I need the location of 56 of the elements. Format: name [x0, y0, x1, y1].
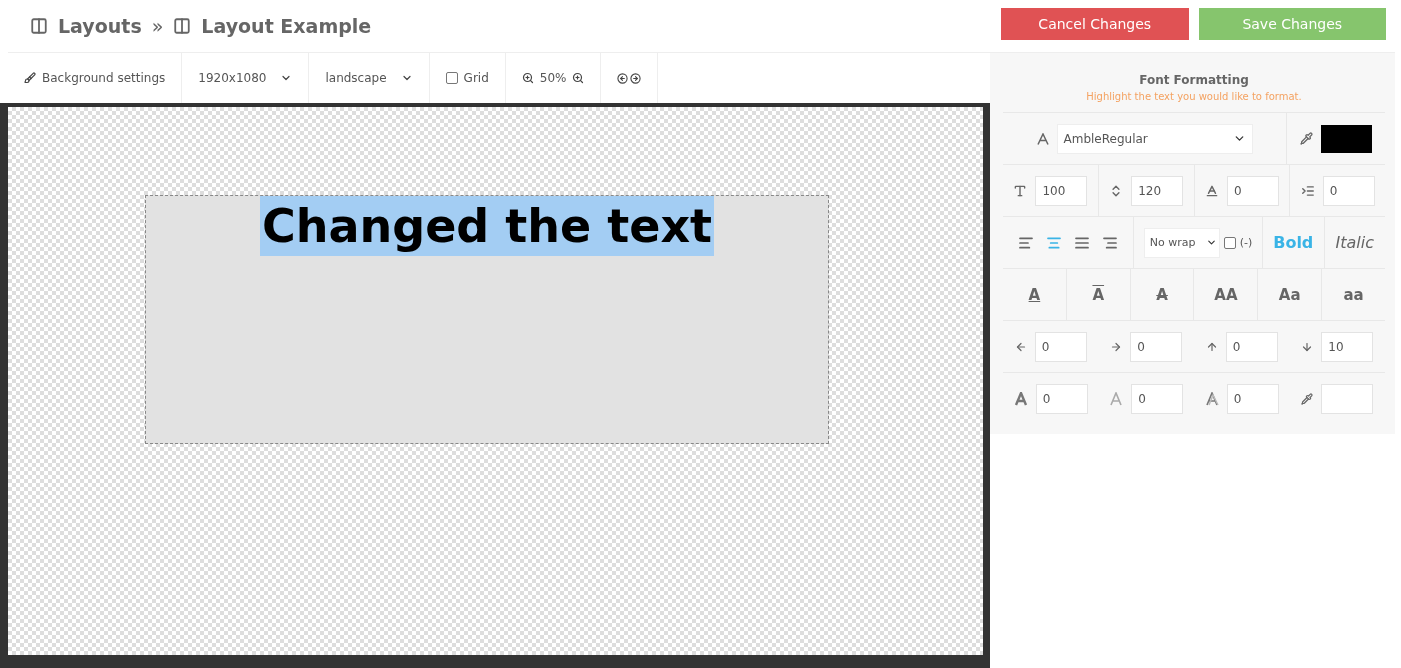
layout-icon: [30, 17, 48, 35]
text-size-icon: [1013, 183, 1028, 198]
text-shadow-icon: [1204, 391, 1219, 406]
align-right-icon[interactable]: [1102, 234, 1118, 251]
letter-spacing-icon: [1204, 183, 1219, 198]
number-field[interactable]: 120: [1131, 175, 1184, 206]
indent-icon: [1300, 183, 1315, 198]
zoom-level: 50%: [539, 71, 567, 85]
arrow-right-icon: [630, 72, 642, 84]
breadcrumb-item[interactable]: Layout Example: [201, 15, 372, 37]
arrow-down-icon: [1301, 340, 1314, 353]
number-field[interactable]: 0: [1226, 175, 1279, 206]
case-button[interactable]: Aa: [1278, 285, 1301, 304]
chevron-down-icon: [1205, 237, 1217, 248]
number-field[interactable]: 10: [1321, 331, 1374, 362]
color-field[interactable]: [1321, 383, 1374, 414]
number-field[interactable]: 0: [1322, 175, 1375, 206]
grid-label: Grid: [463, 71, 489, 85]
number-field[interactable]: 0: [1225, 331, 1278, 362]
arrow-left-icon: [1014, 340, 1027, 353]
font-dropdown[interactable]: AmbleRegular: [1056, 123, 1253, 154]
panel-hint: Highlight the text you would like to format.: [1085, 91, 1303, 102]
arrow-left-icon: [617, 72, 629, 84]
panel-title: Font Formatting: [1138, 73, 1250, 87]
strike-button[interactable]: A: [1156, 285, 1168, 304]
hyphen-label: (-): [1239, 236, 1253, 249]
number-field[interactable]: 100: [1035, 175, 1088, 206]
cancel-button[interactable]: Cancel Changes: [1001, 8, 1189, 40]
color-swatch[interactable]: [1321, 124, 1372, 153]
align-justify-icon[interactable]: [1074, 234, 1090, 251]
number-field[interactable]: 0: [1130, 331, 1183, 362]
layout-icon: [173, 17, 192, 35]
align-left-icon[interactable]: [1018, 234, 1034, 251]
underline-button[interactable]: A: [1028, 285, 1041, 304]
italic-toggle[interactable]: Italic: [1335, 233, 1374, 252]
number-field[interactable]: 0: [1034, 331, 1087, 362]
breadcrumb-separator: »: [151, 15, 164, 37]
font-icon: [1036, 132, 1049, 145]
breadcrumb-item[interactable]: Layouts: [58, 15, 142, 37]
eyedropper-icon: [1301, 392, 1314, 405]
case-button[interactable]: aa: [1343, 285, 1364, 304]
wrap-dropdown[interactable]: No wrap: [1143, 227, 1220, 258]
arrow-right-icon: [1110, 340, 1123, 353]
brush-icon: [24, 72, 36, 84]
number-field[interactable]: 0: [1131, 383, 1184, 414]
number-field[interactable]: 0: [1035, 383, 1088, 414]
eyedropper-icon: [1300, 132, 1313, 145]
arrow-up-icon: [1205, 340, 1218, 353]
case-button[interactable]: AA: [1214, 285, 1238, 304]
canvas-text[interactable]: Changed the text: [259, 196, 715, 256]
text-frame[interactable]: Changed the text: [145, 195, 829, 444]
overline-button[interactable]: A: [1092, 285, 1105, 304]
number-field[interactable]: 0: [1226, 383, 1279, 414]
grid-checkbox[interactable]: [445, 72, 458, 84]
hyphen-checkbox[interactable]: [1223, 236, 1236, 249]
zoom-in-icon: [572, 72, 585, 84]
